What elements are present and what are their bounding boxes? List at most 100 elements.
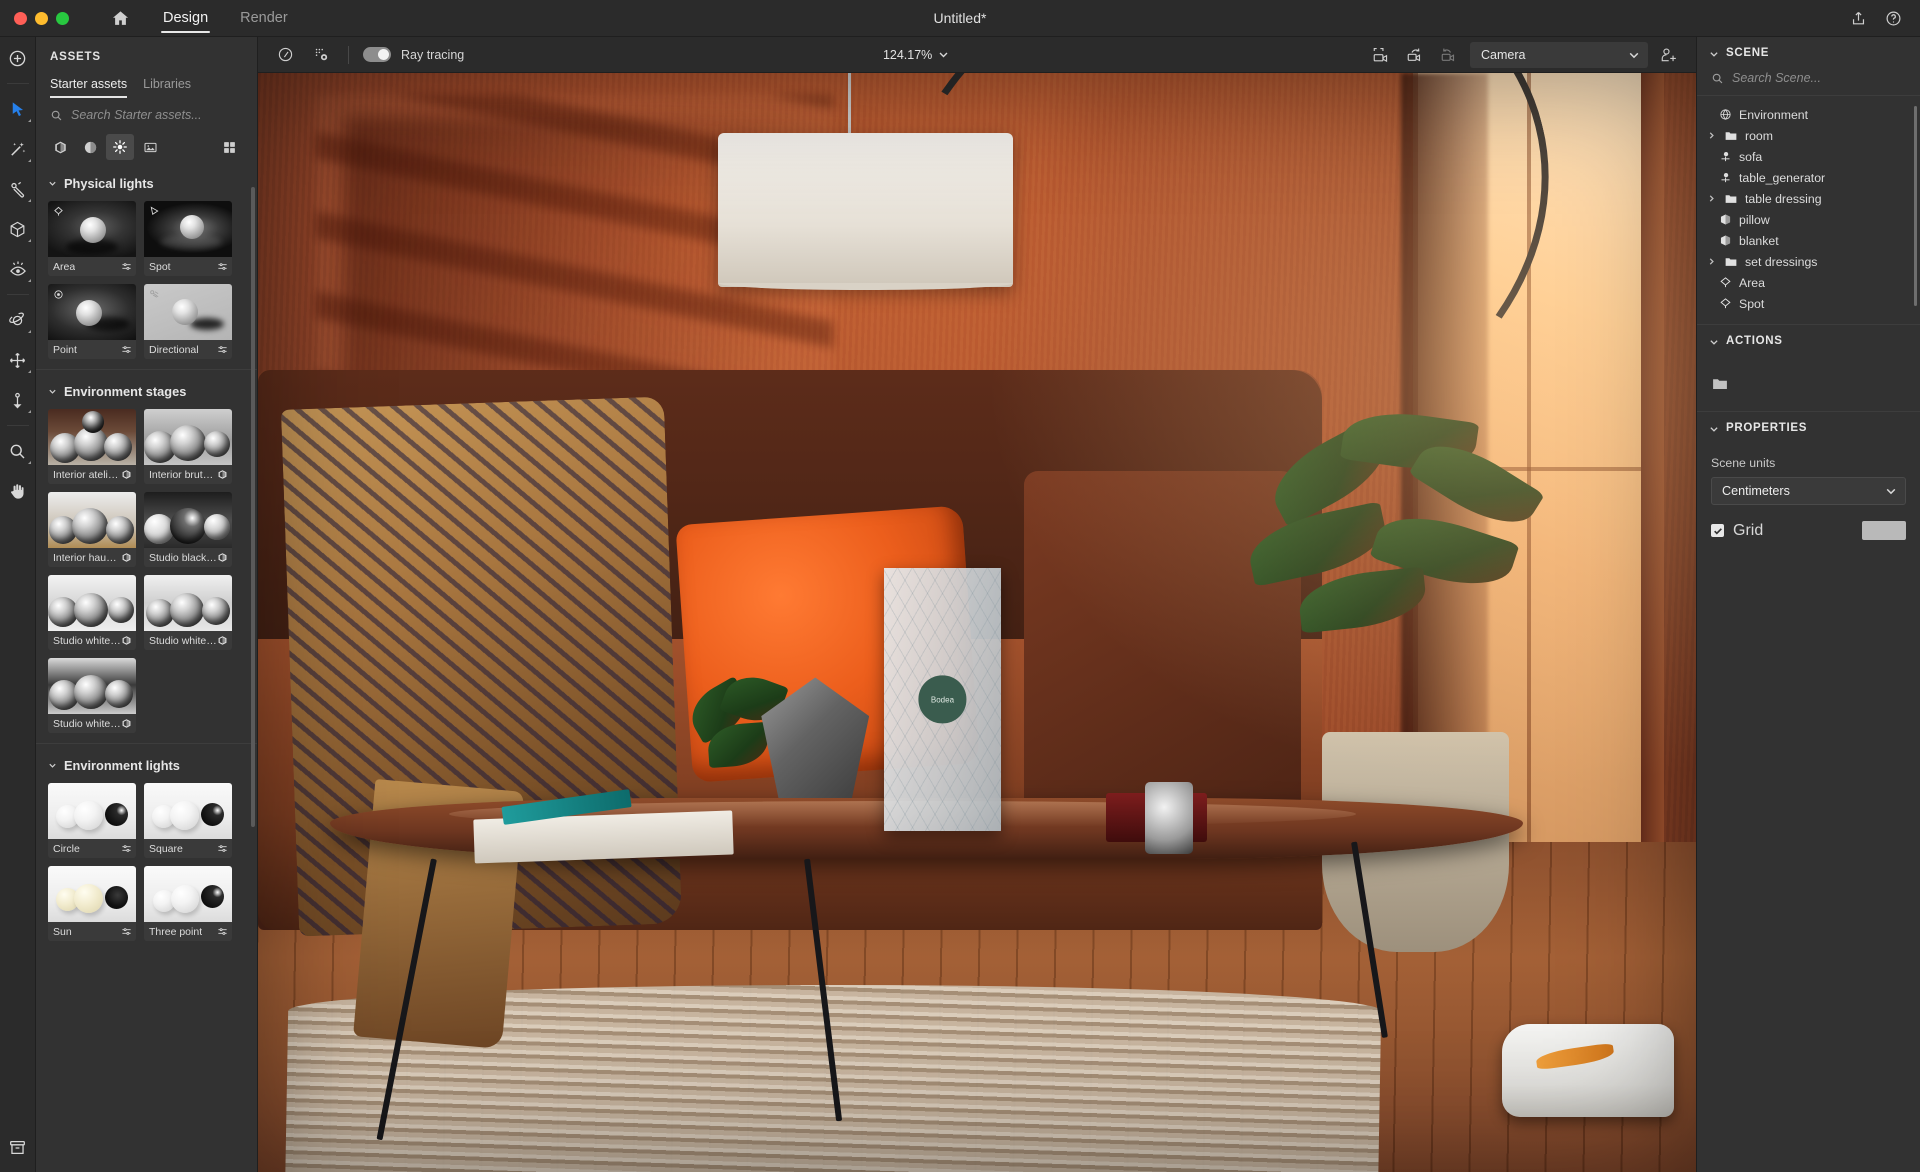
share-icon[interactable]	[1850, 10, 1867, 27]
asset-card-studio-white-soft[interactable]: Studio white so...	[144, 575, 232, 650]
grid-checkbox[interactable]	[1711, 524, 1724, 537]
scene-item-room[interactable]: room	[1697, 125, 1920, 146]
help-icon[interactable]	[1885, 10, 1902, 27]
asset-card-sun[interactable]: Sun	[48, 866, 136, 941]
section-header-physical-lights[interactable]: Physical lights	[36, 162, 257, 199]
cube-icon[interactable]	[3, 214, 33, 244]
package-icon[interactable]	[217, 635, 228, 646]
models-filter-icon[interactable]	[46, 134, 74, 160]
materials-filter-icon[interactable]	[76, 134, 104, 160]
tab-libraries[interactable]: Libraries	[143, 77, 191, 98]
section-header-environment-stages[interactable]: Environment stages	[36, 369, 257, 407]
package-icon[interactable]	[121, 469, 132, 480]
hand-icon[interactable]	[3, 476, 33, 506]
camera-undo-icon[interactable]	[1402, 42, 1428, 68]
orbit-icon[interactable]	[3, 305, 33, 335]
viewport-3d[interactable]: Bodea	[258, 73, 1696, 1172]
sliders-icon[interactable]	[217, 344, 228, 355]
magic-wand-tool[interactable]	[3, 134, 33, 164]
asset-card-point[interactable]: Point	[48, 284, 136, 359]
asset-card-directional[interactable]: Directional	[144, 284, 232, 359]
asset-caption: Directional	[144, 340, 232, 359]
sliders-icon[interactable]	[217, 843, 228, 854]
gauge-icon[interactable]	[272, 42, 298, 68]
scene-tree-scrollbar[interactable]	[1914, 106, 1917, 306]
minimize-window-button[interactable]	[35, 12, 48, 25]
package-icon[interactable]	[217, 552, 228, 563]
scene-item-environment[interactable]: Environment	[1697, 104, 1920, 125]
magnifier-icon[interactable]	[3, 436, 33, 466]
assets-list[interactable]: Physical lights Area	[36, 160, 257, 1172]
scale-icon[interactable]	[3, 385, 33, 415]
actions-panel-header[interactable]: ACTIONS	[1697, 325, 1920, 357]
archive-icon[interactable]	[3, 1132, 33, 1162]
select-tool[interactable]	[3, 94, 33, 124]
add-camera-icon[interactable]	[1656, 42, 1682, 68]
sliders-icon[interactable]	[217, 926, 228, 937]
grid-color-swatch[interactable]	[1862, 521, 1906, 540]
render-settings-icon[interactable]	[308, 42, 334, 68]
assets-search[interactable]	[36, 98, 257, 122]
chevron-right-icon[interactable]	[1705, 194, 1717, 203]
asset-card-interior-haussmann[interactable]: Interior haussm...	[48, 492, 136, 567]
tab-design[interactable]: Design	[149, 0, 222, 37]
scene-search-input[interactable]	[1732, 71, 1892, 85]
assets-scrollbar[interactable]	[251, 187, 255, 827]
camera-frame-icon[interactable]	[1368, 42, 1394, 68]
sliders-icon[interactable]	[121, 261, 132, 272]
ray-tracing-toggle[interactable]	[363, 47, 391, 62]
asset-card-square[interactable]: Square	[144, 783, 232, 858]
asset-card-spot[interactable]: Spot	[144, 201, 232, 276]
asset-card-interior-atelier[interactable]: Interior atelier s...	[48, 409, 136, 484]
scene-item-spot-light[interactable]: Spot	[1697, 293, 1920, 314]
tab-starter-assets[interactable]: Starter assets	[50, 77, 127, 98]
package-icon[interactable]	[217, 469, 228, 480]
sliders-icon[interactable]	[121, 926, 132, 937]
move-icon[interactable]	[3, 345, 33, 375]
asset-card-studio-black-soft[interactable]: Studio black soft..	[144, 492, 232, 567]
zoom-control[interactable]: 124.17%	[883, 48, 949, 62]
maximize-window-button[interactable]	[56, 12, 69, 25]
light-icon[interactable]	[3, 254, 33, 284]
folder-icon[interactable]	[1711, 375, 1729, 393]
home-icon[interactable]	[105, 3, 135, 33]
scene-item-area-light[interactable]: Area	[1697, 272, 1920, 293]
scene-item-pillow[interactable]: pillow	[1697, 209, 1920, 230]
camera-select[interactable]: Camera	[1470, 42, 1648, 68]
package-icon[interactable]	[121, 635, 132, 646]
asset-card-studio-white-hard[interactable]: Studio white ha...	[48, 575, 136, 650]
package-icon[interactable]	[121, 718, 132, 729]
assets-filters	[36, 122, 257, 160]
images-filter-icon[interactable]	[136, 134, 164, 160]
asset-card-interior-brutalist[interactable]: Interior brutalist...	[144, 409, 232, 484]
tab-render[interactable]: Render	[226, 0, 302, 37]
sliders-icon[interactable]	[217, 261, 228, 272]
add-tool[interactable]	[3, 43, 33, 73]
properties-panel-header[interactable]: PROPERTIES	[1697, 412, 1920, 444]
viewport-camera-controls: Camera	[1368, 42, 1682, 68]
scene-item-sofa[interactable]: sofa	[1697, 146, 1920, 167]
chevron-right-icon[interactable]	[1705, 257, 1717, 266]
chevron-right-icon[interactable]	[1705, 131, 1717, 140]
lights-filter-icon[interactable]	[106, 134, 134, 160]
scene-search[interactable]	[1697, 69, 1920, 96]
asset-card-area[interactable]: Area	[48, 201, 136, 276]
grid-view-toggle-icon[interactable]	[215, 134, 243, 160]
search-input[interactable]	[71, 108, 231, 122]
camera-redo-icon[interactable]	[1436, 42, 1462, 68]
asset-card-studio-white-umbrella[interactable]: Studio white um..	[48, 658, 136, 733]
scene-panel-header[interactable]: SCENE	[1697, 37, 1920, 69]
asset-card-three-point[interactable]: Three point	[144, 866, 232, 941]
scene-units-select[interactable]: Centimeters	[1711, 477, 1906, 505]
scene-item-table-generator[interactable]: table_generator	[1697, 167, 1920, 188]
asset-card-circle[interactable]: Circle	[48, 783, 136, 858]
scene-item-blanket[interactable]: blanket	[1697, 230, 1920, 251]
section-header-environment-lights[interactable]: Environment lights	[36, 743, 257, 781]
package-icon[interactable]	[121, 552, 132, 563]
eyedropper-icon[interactable]	[3, 174, 33, 204]
sliders-icon[interactable]	[121, 843, 132, 854]
scene-item-set-dressings[interactable]: set dressings	[1697, 251, 1920, 272]
scene-item-table-dressing[interactable]: table dressing	[1697, 188, 1920, 209]
close-window-button[interactable]	[14, 12, 27, 25]
sliders-icon[interactable]	[121, 344, 132, 355]
